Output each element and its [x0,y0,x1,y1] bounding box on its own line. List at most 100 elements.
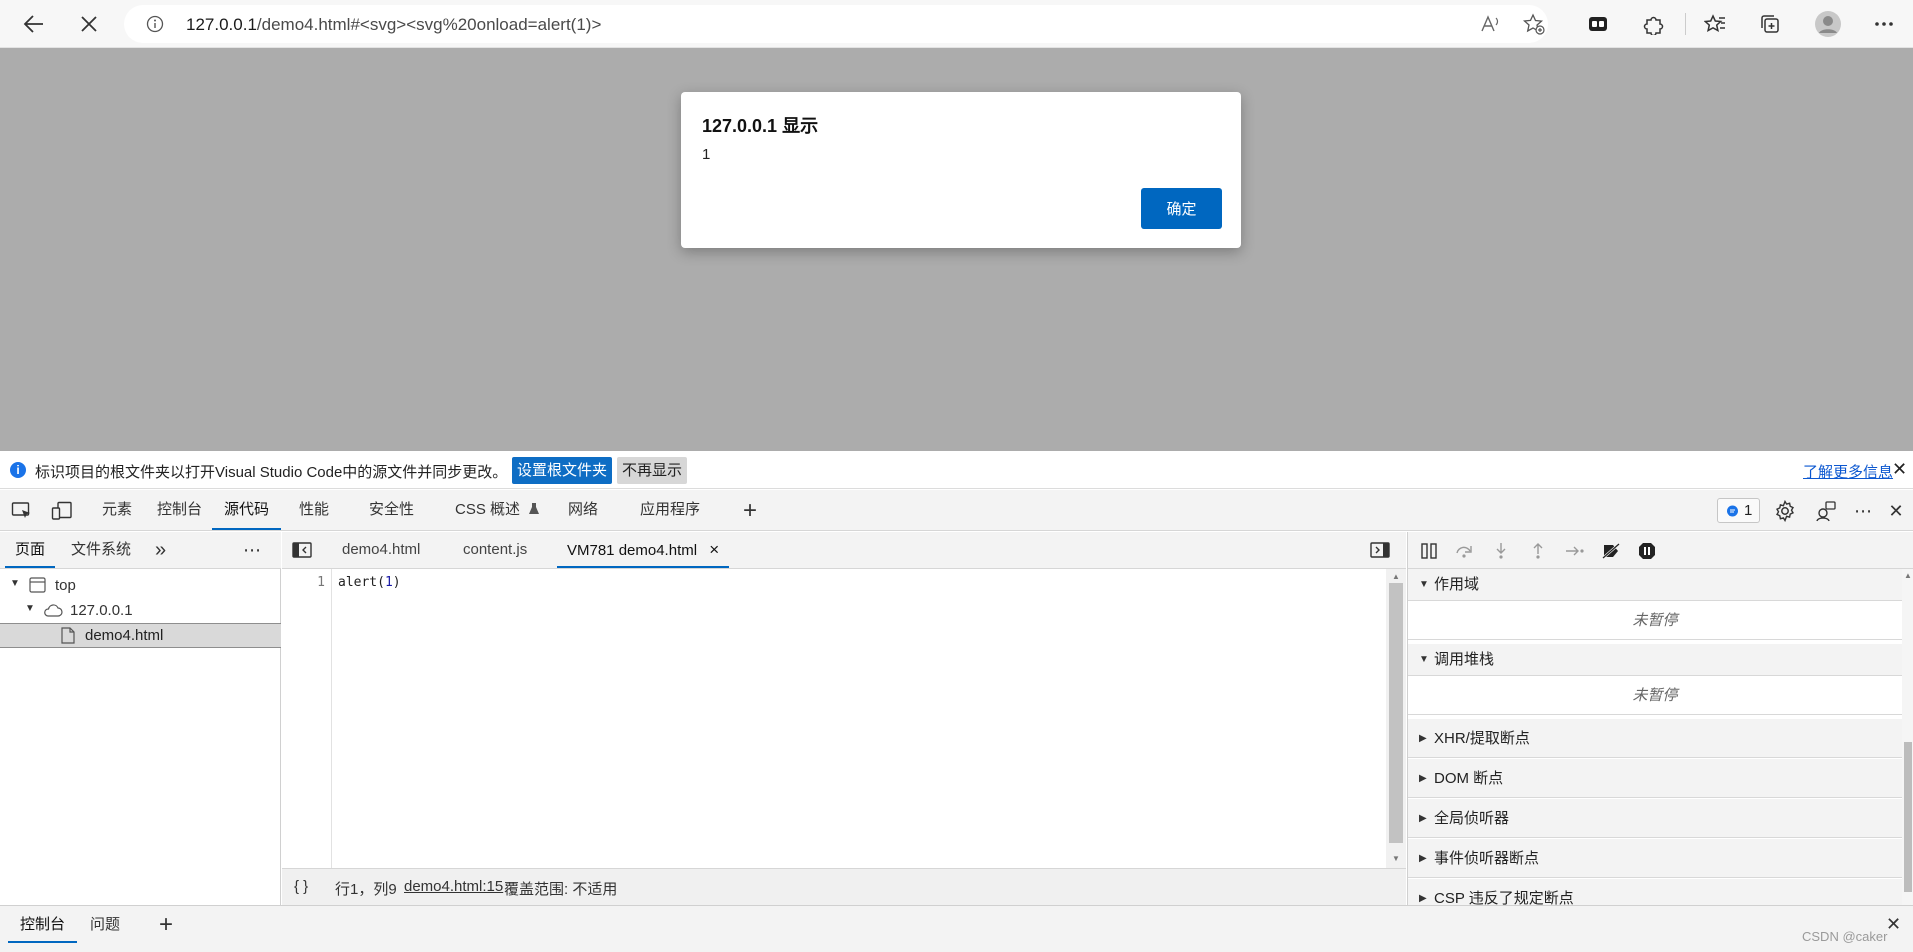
step-over-icon[interactable] [1453,540,1475,562]
issues-badge[interactable]: 1 [1717,498,1760,523]
tab-page[interactable]: 页面 [5,532,56,568]
devtools-tabstrip: 元素 控制台 源代码 性能 安全性 CSS 概述 网络 应用程序 + 1 ⋯ ✕ [0,490,1913,531]
pause-icon[interactable] [1418,540,1440,562]
tab-sources[interactable]: 源代码 [212,490,282,530]
scroll-up-arrow-icon[interactable]: ▲ [1904,571,1912,580]
debugger-sidebar: ▼ 作用域 未暂停 ▼ 调用堆栈 未暂停 ▶ XHR/提取断点 ▶ DOM 断点 ▶ 全局… [1407,532,1913,905]
deactivate-breakpoints-icon[interactable] [1600,540,1622,562]
step-out-icon[interactable] [1527,540,1549,562]
debugger-scroll-thumb[interactable] [1904,742,1912,892]
expanded-triangle-icon: ▼ [1419,654,1429,665]
infobar-message: 标识项目的根文件夹以打开Visual Studio Code中的源文件并同步更改… [35,464,508,481]
tree-label: demo4.html [85,627,164,644]
learn-more-link[interactable]: 了解更多信息 [1803,461,1893,482]
section-label: DOM 断点 [1434,770,1504,787]
collapsed-triangle-icon: ▶ [1419,733,1427,744]
debugger-toolbar [1408,532,1913,569]
address-bar[interactable]: 127.0.0.1/demo4.html#<svg><svg%20onload=… [124,5,1548,43]
line-gutter: 1 [282,569,332,868]
editor-scrollbar[interactable]: ▲ ▼ [1386,569,1406,868]
debugger-scrollbar[interactable]: ▲ [1902,569,1913,905]
section-event-listener-breakpoints[interactable]: ▶ 事件侦听器断点 [1408,839,1902,878]
toggle-debugger-icon[interactable] [1370,542,1390,558]
section-scope[interactable]: ▼ 作用域 [1408,569,1902,601]
pretty-print-button[interactable]: { } [294,878,308,895]
customize-more-icon[interactable]: ⋯ [1851,499,1875,523]
more-horizontal-icon [1875,22,1893,26]
extension-badge-icon [1589,17,1607,31]
add-favorite-icon[interactable] [1523,13,1545,35]
site-info-icon[interactable] [146,15,164,33]
section-label: 全局侦听器 [1434,810,1510,827]
drawer-tab-issues[interactable]: 问题 [90,906,120,943]
extensions-button[interactable] [1638,8,1670,40]
tab-filesystem[interactable]: 文件系统 [71,532,131,568]
section-global-listeners[interactable]: ▶ 全局侦听器 [1408,799,1902,838]
expanded-triangle-icon: ▼ [1419,579,1429,590]
tree-item-top[interactable]: ▼ top [0,574,281,599]
add-tab-icon[interactable]: + [738,497,762,524]
cloud-icon [44,604,63,617]
section-dom-breakpoints[interactable]: ▶ DOM 断点 [1408,759,1902,798]
tab-performance[interactable]: 性能 [299,490,329,530]
alert-ok-button[interactable]: 确定 [1141,188,1222,229]
tab-application[interactable]: 应用程序 [640,490,700,530]
profile-button[interactable] [1812,8,1844,40]
close-icon [81,16,97,32]
navigator-menu-icon[interactable]: ⋯ [243,532,261,568]
step-into-icon[interactable] [1490,540,1512,562]
section-call-stack[interactable]: ▼ 调用堆栈 [1408,644,1902,676]
scroll-up-arrow-icon[interactable]: ▲ [1392,572,1400,581]
editor-scroll-thumb[interactable] [1389,583,1403,843]
favorites-star-icon [1704,14,1725,32]
extension-button[interactable] [1582,8,1614,40]
code-line[interactable]: alert(1) [338,575,401,590]
collapsed-triangle-icon: ▶ [1419,773,1427,784]
drawer-tab-console[interactable]: 控制台 [8,906,78,943]
dont-show-again-button[interactable]: 不再显示 [617,457,688,484]
collections-button[interactable] [1754,8,1786,40]
infobar-close-icon[interactable]: ✕ [1892,459,1907,480]
set-root-folder-button[interactable]: 设置根文件夹 [512,457,613,484]
source-location-link[interactable]: demo4.html:15 [404,878,503,895]
drawer-close-icon[interactable]: ✕ [1886,906,1901,943]
inspect-element-icon[interactable] [10,499,34,523]
editor-tab-label: VM781 demo4.html [567,542,698,559]
favorites-button[interactable] [1699,8,1731,40]
read-aloud-icon[interactable] [1480,14,1502,34]
tab-console[interactable]: 控制台 [157,490,202,530]
toolbar-divider [1685,13,1686,35]
tab-security[interactable]: 安全性 [369,490,414,530]
watermark: CSDN @caker [1802,929,1888,944]
step-icon[interactable] [1564,540,1586,562]
tab-elements[interactable]: 元素 [102,490,132,530]
section-csp-breakpoints[interactable]: ▶ CSP 违反了规定断点 [1408,879,1902,905]
message-icon [1727,505,1738,517]
editor-tab-demo4[interactable]: demo4.html [342,532,420,568]
settings-gear-icon[interactable] [1773,499,1797,523]
scroll-down-arrow-icon[interactable]: ▼ [1392,854,1400,863]
tab-css-overview[interactable]: CSS 概述 [455,490,540,530]
drawer-add-tab-icon[interactable]: + [159,906,173,943]
devtools-panel: i 标识项目的根文件夹以打开Visual Studio Code中的源文件并同步… [0,451,1913,952]
browser-toolbar: 127.0.0.1/demo4.html#<svg><svg%20onload=… [0,0,1913,48]
tree-item-demo4-html[interactable]: demo4.html [0,623,281,648]
settings-menu-button[interactable] [1868,8,1900,40]
feedback-icon[interactable] [1814,499,1838,523]
device-emulation-icon[interactable] [50,499,74,523]
editor-tab-vm781[interactable]: VM781 demo4.html × [557,532,730,568]
close-devtools-icon[interactable]: ✕ [1884,499,1908,523]
pause-on-exceptions-icon[interactable] [1636,540,1658,562]
tab-network[interactable]: 网络 [568,490,598,530]
close-tab-icon[interactable]: × [709,540,719,559]
editor-tab-contentjs[interactable]: content.js [463,532,527,568]
section-xhr-breakpoints[interactable]: ▶ XHR/提取断点 [1408,719,1902,758]
tree-item-host[interactable]: ▼ 127.0.0.1 [0,599,281,624]
coverage-status: 覆盖范围: 不适用 [504,881,618,898]
toggle-navigator-icon[interactable] [292,542,312,558]
stop-loading-button[interactable] [73,8,105,40]
code-number: 1 [384,575,393,590]
back-button[interactable] [18,8,50,40]
more-tabs-icon[interactable]: » [155,532,166,568]
url-text[interactable]: 127.0.0.1/demo4.html#<svg><svg%20onload=… [186,15,601,35]
